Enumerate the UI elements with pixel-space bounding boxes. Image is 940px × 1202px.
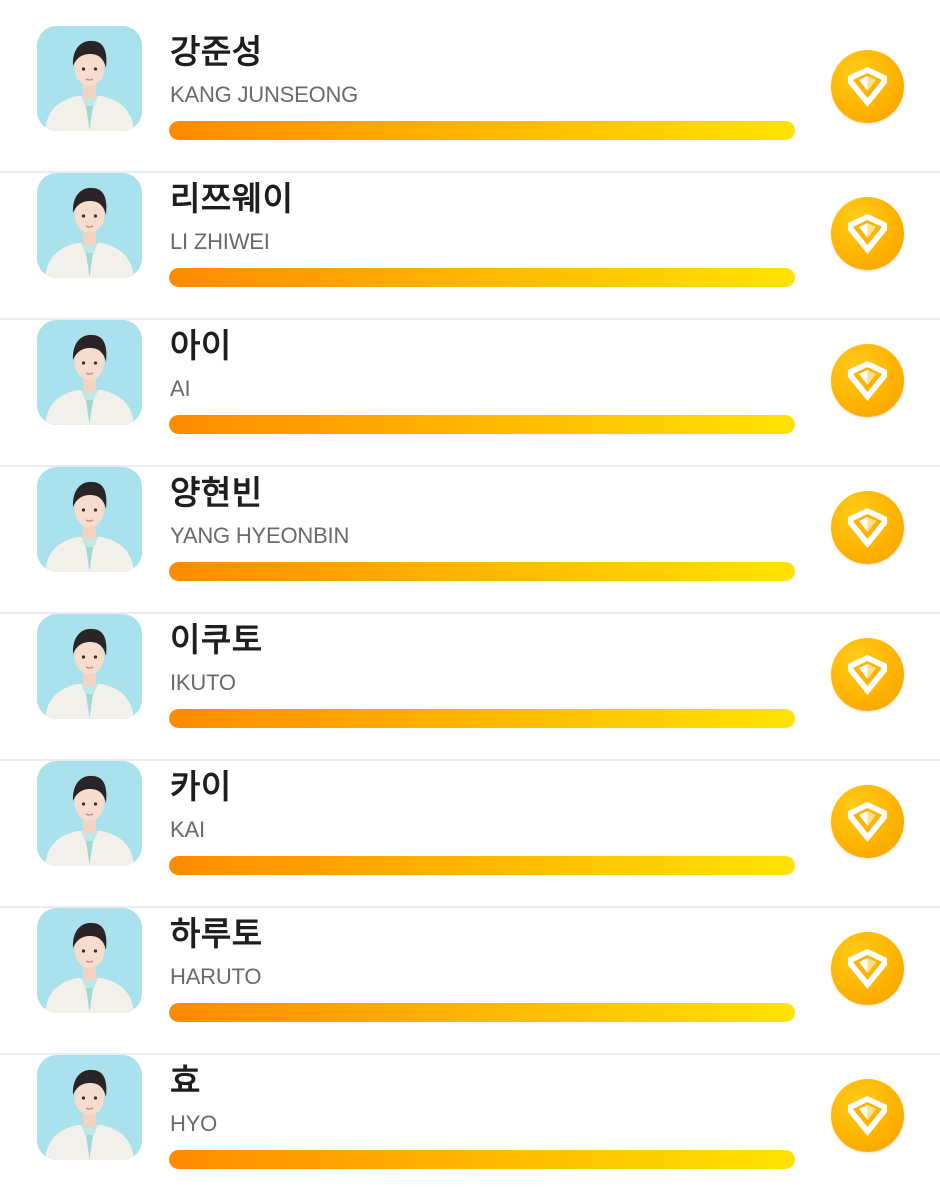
portrait-image	[37, 614, 142, 719]
trainee-name-english: HYO	[170, 1111, 218, 1136]
heart-v-icon	[848, 67, 887, 107]
portrait-image	[37, 908, 142, 1013]
vote-button[interactable]	[831, 932, 904, 1005]
portrait-image	[37, 1055, 142, 1160]
vote-progress-bar	[169, 856, 795, 875]
trainee-name-english: LI ZHIWEI	[170, 229, 270, 254]
heart-v-icon	[848, 655, 887, 695]
trainee-photo	[37, 908, 142, 1013]
vote-button[interactable]	[831, 785, 904, 858]
vote-progress-fill	[169, 709, 795, 728]
trainee-name-korean: 강준성	[170, 32, 263, 71]
trainee-photo	[37, 1055, 142, 1160]
trainee-row[interactable]: 효 HYO	[0, 1055, 940, 1202]
portrait-image	[37, 173, 142, 278]
trainee-row[interactable]: 카이 KAI	[0, 761, 940, 908]
heart-v-icon	[848, 949, 887, 989]
vote-progress-bar	[169, 562, 795, 581]
trainee-row[interactable]: 양현빈 YANG HYEONBIN	[0, 467, 940, 614]
trainee-photo	[37, 173, 142, 278]
trainee-name-english: IKUTO	[170, 670, 236, 695]
heart-v-icon	[848, 1096, 887, 1136]
vote-progress-fill	[169, 1150, 795, 1169]
trainee-name-korean: 리쯔웨이	[170, 179, 294, 218]
portrait-image	[37, 467, 142, 572]
vote-progress-fill	[169, 121, 795, 140]
trainee-name-korean: 아이	[170, 326, 232, 365]
portrait-image	[37, 320, 142, 425]
trainee-photo	[37, 761, 142, 866]
vote-progress-bar	[169, 1003, 795, 1022]
trainee-row[interactable]: 하루토 HARUTO	[0, 908, 940, 1055]
vote-button[interactable]	[831, 1079, 904, 1152]
trainee-name-english: HARUTO	[170, 964, 262, 989]
vote-progress-fill	[169, 268, 795, 287]
trainee-name-english: KANG JUNSEONG	[170, 82, 359, 107]
vote-button[interactable]	[831, 344, 904, 417]
trainee-name-english: YANG HYEONBIN	[170, 523, 350, 548]
trainee-photo	[37, 467, 142, 572]
trainee-name-english: KAI	[170, 817, 205, 842]
vote-button[interactable]	[831, 638, 904, 711]
trainee-name-korean: 이쿠토	[170, 620, 263, 659]
trainee-name-english: AI	[170, 376, 191, 401]
trainee-name-korean: 하루토	[170, 914, 263, 953]
heart-v-icon	[848, 802, 887, 842]
vote-progress-bar	[169, 415, 795, 434]
portrait-image	[37, 26, 142, 131]
trainee-row[interactable]: 리쯔웨이 LI ZHIWEI	[0, 173, 940, 320]
vote-progress-fill	[169, 415, 795, 434]
trainee-photo	[37, 320, 142, 425]
vote-button[interactable]	[831, 491, 904, 564]
vote-progress-fill	[169, 856, 795, 875]
vote-progress-bar	[169, 268, 795, 287]
trainee-photo	[37, 26, 142, 131]
heart-v-icon	[848, 214, 887, 254]
trainee-list: 강준성 KANG JUNSEONG 리쯔웨이 LI ZHIWEI 아이 AI 양…	[0, 0, 940, 1200]
trainee-row[interactable]: 이쿠토 IKUTO	[0, 614, 940, 761]
vote-progress-bar	[169, 709, 795, 728]
vote-progress-bar	[169, 121, 795, 140]
vote-progress-fill	[169, 562, 795, 581]
trainee-photo	[37, 614, 142, 719]
trainee-name-korean: 양현빈	[170, 473, 263, 512]
portrait-image	[37, 761, 142, 866]
vote-button[interactable]	[831, 197, 904, 270]
vote-progress-bar	[169, 1150, 795, 1169]
trainee-row[interactable]: 아이 AI	[0, 320, 940, 467]
vote-button[interactable]	[831, 50, 904, 123]
heart-v-icon	[848, 508, 887, 548]
trainee-row[interactable]: 강준성 KANG JUNSEONG	[0, 26, 940, 173]
vote-progress-fill	[169, 1003, 795, 1022]
heart-v-icon	[848, 361, 887, 401]
trainee-name-korean: 카이	[170, 767, 232, 806]
trainee-name-korean: 효	[170, 1061, 201, 1100]
